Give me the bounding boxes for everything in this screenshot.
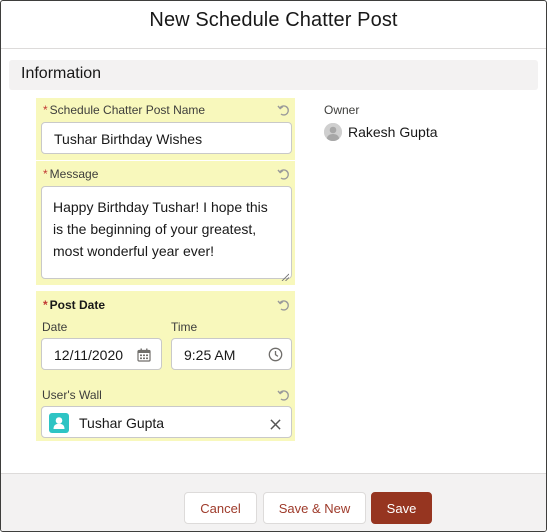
owner-field: Rakesh Gupta: [324, 123, 438, 141]
message-value: Happy Birthday Tushar! I hope this is th…: [53, 199, 268, 259]
undo-icon[interactable]: [277, 298, 291, 312]
required-marker: *: [43, 167, 48, 181]
avatar: [324, 123, 342, 141]
post-name-label: * Schedule Chatter Post Name: [43, 103, 205, 117]
undo-icon[interactable]: [277, 167, 291, 181]
time-label: Time: [171, 320, 198, 334]
message-label-text: Message: [49, 167, 99, 181]
owner-label: Owner: [324, 103, 360, 117]
undo-icon[interactable]: [277, 388, 291, 402]
clock-icon[interactable]: [268, 347, 283, 365]
undo-icon[interactable]: [277, 103, 291, 117]
resize-handle-icon[interactable]: [281, 268, 290, 282]
message-textarea[interactable]: Happy Birthday Tushar! I hope this is th…: [41, 186, 292, 282]
owner-name[interactable]: Rakesh Gupta: [348, 124, 438, 140]
clear-icon[interactable]: [270, 417, 281, 433]
time-input[interactable]: 9:25 AM: [171, 338, 292, 370]
post-date-label: * Post Date: [43, 298, 105, 312]
required-marker: *: [43, 103, 48, 117]
post-name-label-text: Schedule Chatter Post Name: [49, 103, 206, 117]
required-marker: *: [43, 298, 48, 312]
date-value: 12/11/2020: [54, 347, 124, 363]
date-input[interactable]: 12/11/2020: [41, 338, 162, 370]
post-date-label-text: Post Date: [49, 298, 106, 312]
calendar-icon[interactable]: [137, 348, 151, 365]
post-name-input[interactable]: Tushar Birthday Wishes: [41, 122, 292, 154]
modal-title: New Schedule Chatter Post: [149, 9, 398, 31]
section-title: Information: [21, 65, 102, 82]
users-wall-value: Tushar Gupta: [79, 415, 165, 431]
save-and-new-button[interactable]: Save & New: [263, 492, 366, 524]
modal: New Schedule Chatter Post Information * S…: [0, 0, 547, 532]
date-label: Date: [42, 320, 68, 334]
users-wall-lookup[interactable]: Tushar Gupta: [41, 406, 292, 438]
user-icon: [49, 413, 69, 433]
time-value: 9:25 AM: [184, 347, 236, 363]
message-label: * Message: [43, 167, 98, 181]
save-button[interactable]: Save: [371, 492, 432, 524]
section-header[interactable]: Information: [9, 60, 538, 90]
cancel-button[interactable]: Cancel: [184, 492, 257, 524]
post-name-value: Tushar Birthday Wishes: [54, 131, 203, 147]
users-wall-label: User's Wall: [42, 388, 102, 402]
header-divider: [1, 48, 546, 49]
